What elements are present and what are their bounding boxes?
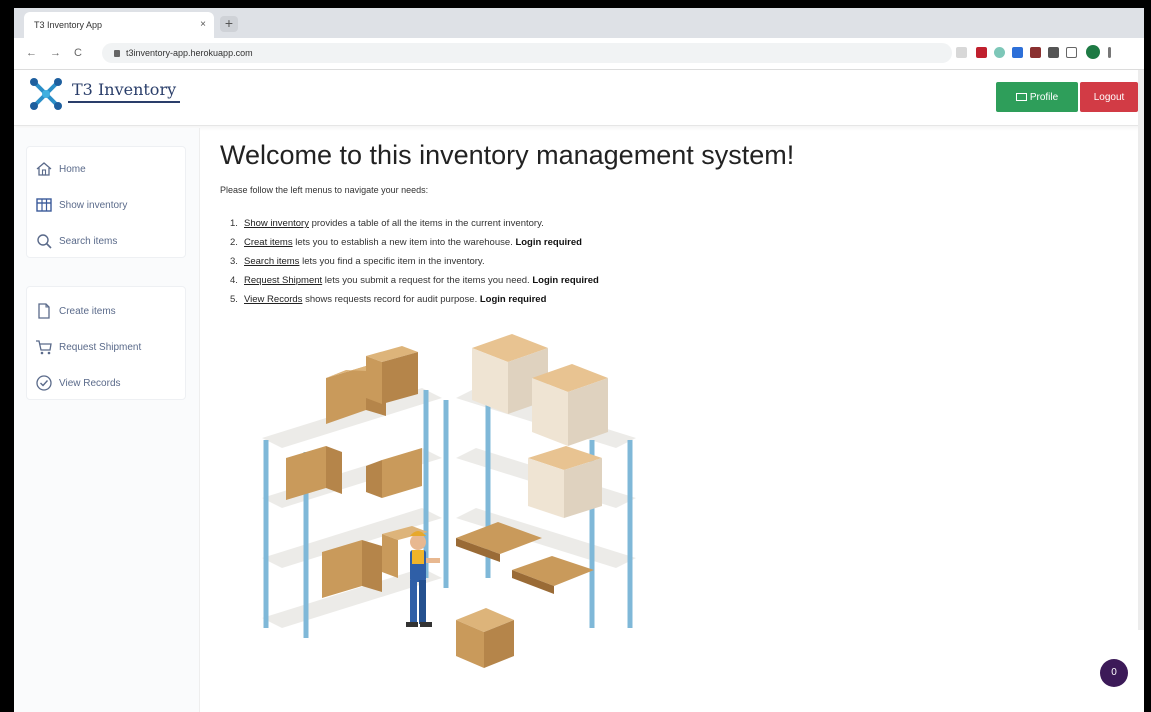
- logo-icon[interactable]: [28, 76, 64, 112]
- list-item: 3. Search items lets you find a specific …: [230, 252, 599, 271]
- login-required-text: Login required: [532, 275, 599, 286]
- sidebar-item-label: Show inventory: [59, 199, 128, 211]
- sidebar-item-request-shipment[interactable]: Request Shipment: [35, 335, 185, 359]
- list-number: 5.: [230, 294, 238, 305]
- search-icon: [37, 234, 52, 249]
- list-item: 1. Show inventory provides a table of all…: [230, 214, 599, 233]
- url-text: t3inventory-app.herokuapp.com: [126, 48, 253, 58]
- list-item: 4. Request Shipment lets you submit a req…: [230, 271, 599, 290]
- url-input[interactable]: t3inventory-app.herokuapp.com: [102, 43, 952, 63]
- floor-box: [456, 608, 514, 668]
- left-shelf: [262, 346, 449, 638]
- sidebar-item-label: Search items: [59, 235, 118, 247]
- extension-arrow-icon[interactable]: [1048, 47, 1059, 58]
- close-tab-icon[interactable]: ×: [200, 19, 206, 30]
- list-item: 2. Creat items lets you to establish a ne…: [230, 233, 599, 252]
- sidebar: Home Show inventory Search items Create …: [14, 128, 200, 712]
- address-bar: ← → C t3inventory-app.herokuapp.com: [14, 38, 1144, 70]
- menu-dots-icon[interactable]: [1108, 47, 1111, 58]
- login-required-text: Login required: [515, 237, 582, 248]
- page-scrollbar[interactable]: [1138, 70, 1144, 630]
- app-navbar: T3 Inventory Profile Logout: [14, 70, 1144, 126]
- extension-image-icon[interactable]: [1030, 47, 1041, 58]
- brand-name[interactable]: T3 Inventory: [68, 80, 181, 103]
- create-items-link[interactable]: Creat items: [244, 237, 293, 248]
- page-subtitle: Please follow the left menus to navigate…: [220, 185, 429, 195]
- instructions-list: 1. Show inventory provides a table of all…: [230, 214, 599, 309]
- extension-puzzle-icon[interactable]: [1066, 47, 1077, 58]
- sidebar-item-create-items[interactable]: Create items: [35, 299, 185, 323]
- list-item: 5. View Records shows requests record for…: [230, 290, 599, 309]
- logout-button[interactable]: Logout: [1080, 82, 1138, 112]
- page-title: Welcome to this inventory management sys…: [220, 140, 795, 170]
- profile-button[interactable]: Profile: [996, 82, 1078, 112]
- sidebar-item-view-records[interactable]: View Records: [35, 371, 185, 395]
- request-shipment-link[interactable]: Request Shipment: [244, 275, 322, 286]
- list-number: 1.: [230, 218, 238, 229]
- sidebar-item-label: View Records: [59, 377, 121, 389]
- sidebar-item-show-inventory[interactable]: Show inventory: [35, 193, 185, 217]
- back-icon[interactable]: ←: [26, 47, 37, 59]
- reload-icon[interactable]: C: [74, 47, 82, 59]
- extension-red-icon[interactable]: [976, 47, 987, 58]
- cart-icon: [36, 340, 52, 355]
- profile-label: Profile: [1029, 91, 1059, 103]
- list-number: 2.: [230, 237, 238, 248]
- browser-window: T3 Inventory App × + ← → C t3inventory-a…: [14, 8, 1144, 712]
- sidebar-item-label: Request Shipment: [59, 341, 142, 353]
- sidebar-item-search-items[interactable]: Search items: [35, 229, 185, 253]
- extension-blue-icon[interactable]: [1012, 47, 1023, 58]
- table-icon: [36, 198, 52, 212]
- list-text: shows requests record for audit purpose.: [302, 294, 480, 305]
- list-number: 3.: [230, 256, 238, 267]
- notification-badge[interactable]: 0: [1100, 659, 1128, 687]
- list-text: provides a table of all the items in the…: [308, 218, 544, 229]
- sidebar-item-home[interactable]: Home: [35, 157, 185, 181]
- right-shelf: [456, 334, 636, 628]
- sidebar-item-label: Home: [59, 163, 86, 175]
- show-inventory-link[interactable]: Show inventory: [244, 218, 309, 229]
- warehouse-illustration: [262, 334, 636, 668]
- extension-green-icon[interactable]: [994, 47, 1005, 58]
- lock-icon: [114, 50, 120, 57]
- sidebar-group-manage: Create items Request Shipment View Recor…: [26, 286, 186, 400]
- sidebar-group-browse: Home Show inventory Search items: [26, 146, 186, 258]
- browser-tab[interactable]: T3 Inventory App ×: [24, 12, 214, 38]
- home-icon: [36, 162, 52, 176]
- search-items-link[interactable]: Search items: [244, 256, 299, 267]
- tab-bar: T3 Inventory App × +: [14, 8, 1144, 38]
- check-circle-icon: [36, 375, 52, 391]
- list-text: lets you find a specific item in the inv…: [299, 256, 485, 267]
- file-icon: [38, 303, 50, 319]
- list-text: lets you to establish a new item into th…: [292, 237, 516, 248]
- forward-icon[interactable]: →: [50, 47, 61, 59]
- profile-avatar-icon[interactable]: [1086, 45, 1100, 59]
- sidebar-item-label: Create items: [59, 305, 116, 317]
- new-tab-button[interactable]: +: [220, 16, 238, 32]
- tab-title: T3 Inventory App: [34, 20, 103, 30]
- list-number: 4.: [230, 275, 238, 286]
- id-card-icon: [1015, 92, 1027, 101]
- main-content: Welcome to this inventory management sys…: [218, 128, 1138, 712]
- list-text: lets you submit a request for the items …: [322, 275, 533, 286]
- bookmark-icon[interactable]: [956, 47, 967, 58]
- login-required-text: Login required: [479, 294, 547, 305]
- view-records-link[interactable]: View Records: [244, 294, 302, 305]
